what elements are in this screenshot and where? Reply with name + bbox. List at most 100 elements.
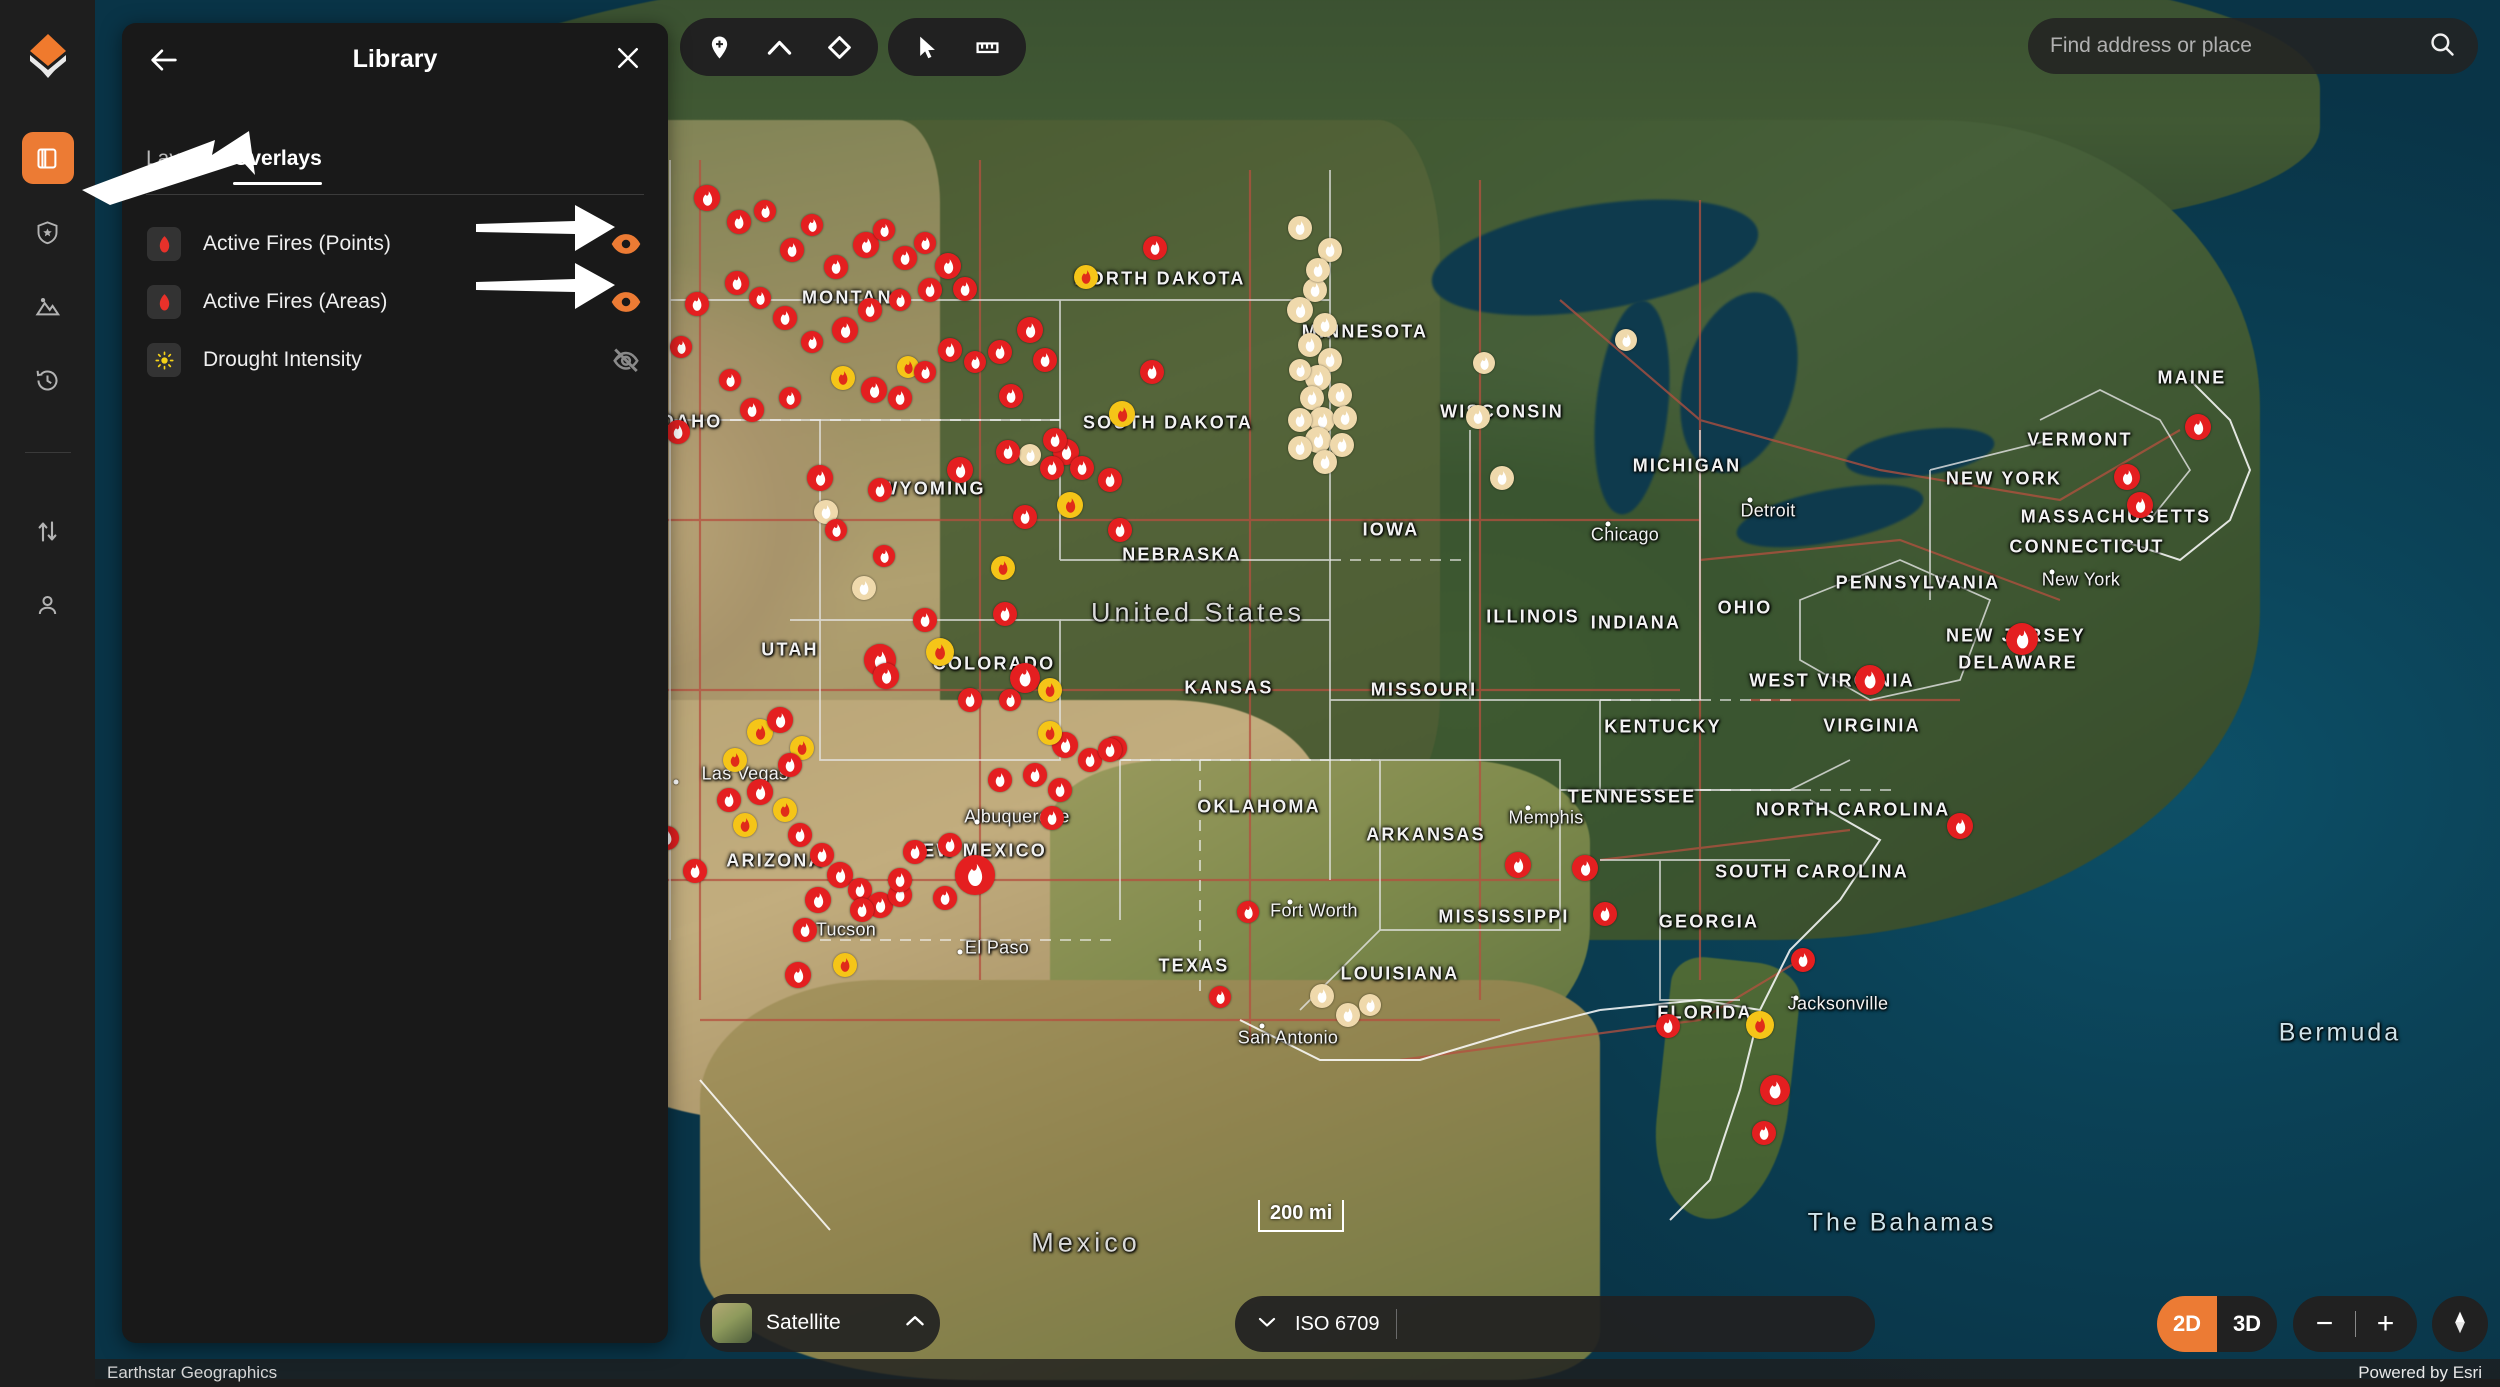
fire-marker[interactable] — [852, 576, 876, 600]
fire-marker[interactable] — [903, 840, 927, 864]
coordinate-input-bar[interactable]: ISO 6709 — [1235, 1296, 1875, 1352]
fire-marker[interactable] — [873, 219, 895, 241]
fire-marker[interactable] — [938, 833, 962, 857]
fire-marker[interactable] — [947, 457, 973, 483]
fire-marker[interactable] — [1010, 663, 1040, 693]
sidebar-item-transfer[interactable] — [22, 505, 74, 557]
fire-marker[interactable] — [1656, 1014, 1680, 1038]
fire-marker[interactable] — [1108, 518, 1132, 542]
fire-marker[interactable] — [1947, 813, 1973, 839]
fire-marker[interactable] — [926, 638, 954, 666]
fire-marker[interactable] — [1333, 406, 1357, 430]
close-icon[interactable] — [613, 43, 643, 73]
sidebar-item-history[interactable] — [22, 354, 74, 406]
view-mode-2d[interactable]: 2D — [2157, 1296, 2217, 1352]
fire-marker[interactable] — [831, 366, 855, 390]
coordinate-input[interactable] — [1412, 1312, 1855, 1336]
fire-marker[interactable] — [1288, 408, 1312, 432]
fire-marker[interactable] — [2127, 492, 2153, 518]
eye-visible-icon[interactable] — [609, 227, 643, 261]
fire-marker[interactable] — [1109, 401, 1135, 427]
fire-marker[interactable] — [1040, 456, 1064, 480]
fire-marker[interactable] — [1209, 986, 1231, 1008]
fire-marker[interactable] — [801, 214, 823, 236]
fire-marker[interactable] — [685, 292, 709, 316]
sidebar-item-imagery[interactable] — [22, 280, 74, 332]
fire-marker[interactable] — [1013, 505, 1037, 529]
app-logo-icon[interactable] — [22, 30, 74, 82]
fire-marker[interactable] — [1289, 359, 1311, 381]
fire-marker[interactable] — [996, 440, 1020, 464]
fire-marker[interactable] — [1473, 352, 1495, 374]
fire-marker[interactable] — [850, 898, 874, 922]
fire-marker[interactable] — [749, 287, 771, 309]
fire-marker[interactable] — [999, 384, 1023, 408]
fire-marker[interactable] — [832, 317, 858, 343]
overlay-row-drought-intensity[interactable]: Drought Intensity — [122, 331, 668, 389]
chevron-down-icon[interactable] — [1255, 1310, 1279, 1339]
sidebar-item-library[interactable] — [21, 132, 74, 184]
fire-marker[interactable] — [1043, 428, 1067, 452]
fire-marker[interactable] — [1490, 466, 1514, 490]
fire-marker[interactable] — [1023, 763, 1047, 787]
view-mode-3d[interactable]: 3D — [2217, 1296, 2277, 1352]
fire-marker[interactable] — [955, 855, 995, 895]
fire-marker[interactable] — [991, 556, 1015, 580]
measure-ruler-button[interactable] — [962, 22, 1012, 72]
fire-marker[interactable] — [1057, 492, 1083, 518]
fire-marker[interactable] — [1070, 456, 1094, 480]
search-input[interactable] — [2050, 34, 2428, 58]
fire-marker[interactable] — [773, 306, 797, 330]
fire-marker[interactable] — [873, 663, 899, 689]
fire-marker[interactable] — [1098, 468, 1122, 492]
fire-marker[interactable] — [1313, 450, 1337, 474]
fire-marker[interactable] — [933, 886, 957, 910]
compass-button[interactable] — [2432, 1296, 2488, 1352]
draw-line-button[interactable] — [754, 22, 804, 72]
fire-marker[interactable] — [1505, 852, 1531, 878]
fire-marker[interactable] — [1572, 855, 1598, 881]
fire-marker[interactable] — [861, 377, 887, 403]
add-point-button[interactable] — [694, 22, 744, 72]
fire-marker[interactable] — [1310, 984, 1334, 1008]
fire-marker[interactable] — [825, 519, 847, 541]
eye-visible-icon[interactable] — [609, 285, 643, 319]
fire-marker[interactable] — [914, 232, 936, 254]
fire-marker[interactable] — [888, 868, 912, 892]
fire-marker[interactable] — [889, 289, 911, 311]
fire-marker[interactable] — [1098, 738, 1122, 762]
fire-marker[interactable] — [953, 277, 977, 301]
fire-marker[interactable] — [754, 200, 776, 222]
fire-marker[interactable] — [1033, 348, 1057, 372]
fire-marker[interactable] — [725, 271, 749, 295]
fire-marker[interactable] — [1048, 778, 1072, 802]
fire-marker[interactable] — [717, 788, 741, 812]
fire-marker[interactable] — [1019, 444, 1041, 466]
fire-marker[interactable] — [935, 253, 961, 279]
fire-marker[interactable] — [1313, 313, 1337, 337]
fire-marker[interactable] — [780, 238, 804, 262]
fire-marker[interactable] — [1760, 1075, 1790, 1105]
fire-marker[interactable] — [1288, 436, 1312, 460]
fire-marker[interactable] — [1336, 1003, 1360, 1027]
search-box[interactable] — [2028, 18, 2478, 74]
fire-marker[interactable] — [785, 962, 811, 988]
fire-marker[interactable] — [666, 420, 690, 444]
fire-marker[interactable] — [999, 689, 1021, 711]
fire-marker[interactable] — [1017, 317, 1043, 343]
fire-marker[interactable] — [733, 813, 757, 837]
fire-marker[interactable] — [805, 887, 831, 913]
fire-marker[interactable] — [740, 398, 764, 422]
fire-marker[interactable] — [683, 859, 707, 883]
fire-marker[interactable] — [1306, 258, 1330, 282]
fire-marker[interactable] — [1615, 329, 1637, 351]
fire-marker[interactable] — [938, 338, 962, 362]
eye-hidden-icon[interactable] — [609, 343, 643, 377]
fire-marker[interactable] — [888, 386, 912, 410]
fire-marker[interactable] — [778, 753, 802, 777]
fire-marker[interactable] — [873, 545, 895, 567]
fire-marker[interactable] — [833, 953, 857, 977]
fire-marker[interactable] — [767, 707, 793, 733]
fire-marker[interactable] — [914, 361, 936, 383]
fire-marker[interactable] — [988, 768, 1012, 792]
